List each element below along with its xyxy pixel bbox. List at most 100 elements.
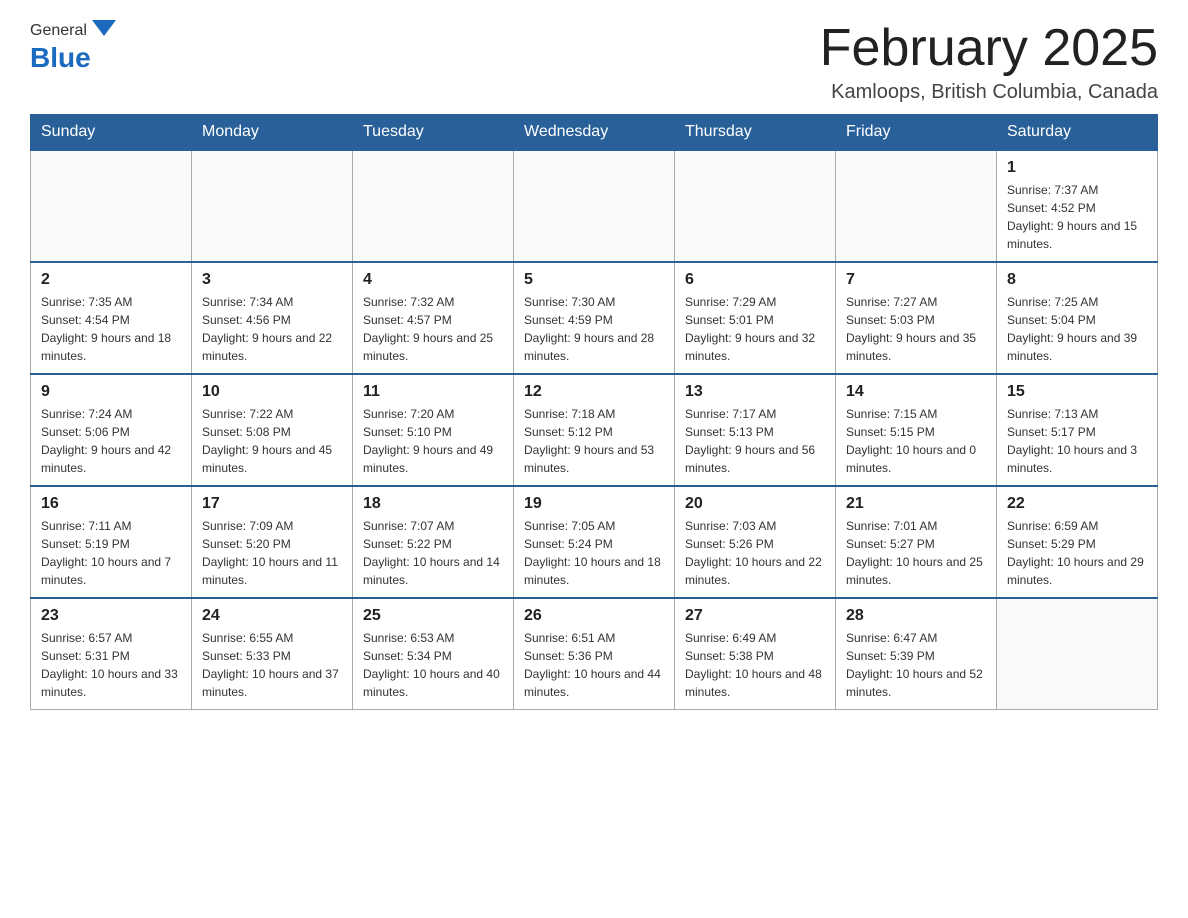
day-number: 14 [846, 383, 986, 401]
day-number: 27 [685, 607, 825, 625]
day-number: 8 [1007, 271, 1147, 289]
day-info: Sunrise: 7:15 AM Sunset: 5:15 PM Dayligh… [846, 405, 986, 477]
day-info: Sunrise: 7:18 AM Sunset: 5:12 PM Dayligh… [524, 405, 664, 477]
location-title: Kamloops, British Columbia, Canada [820, 81, 1158, 104]
calendar-day-cell: 20 Sunrise: 7:03 AM Sunset: 5:26 PM Dayli… [675, 486, 836, 598]
calendar-day-cell: 2Sunrise: 7:35 AM Sunset: 4:54 PM Daylig… [31, 262, 192, 374]
day-number: 7 [846, 271, 986, 289]
calendar-day-cell: 19 Sunrise: 7:05 AM Sunset: 5:24 PM Dayli… [514, 486, 675, 598]
day-info: Sunrise: 7:24 AM Sunset: 5:06 PM Dayligh… [41, 405, 181, 477]
calendar-day-header: Friday [836, 115, 997, 151]
day-number: 21 [846, 495, 986, 513]
calendar-day-cell: 16 Sunrise: 7:11 AM Sunset: 5:19 PM Dayli… [31, 486, 192, 598]
calendar-day-header: Monday [192, 115, 353, 151]
day-info: Sunrise: 6:59 AM Sunset: 5:29 PM Dayligh… [1007, 517, 1147, 589]
day-number: 18 [363, 495, 503, 513]
day-number: 11 [363, 383, 503, 401]
calendar-day-cell: 26 Sunrise: 6:51 AM Sunset: 5:36 PM Dayli… [514, 598, 675, 710]
calendar-day-cell [353, 150, 514, 262]
day-info: Sunrise: 7:03 AM Sunset: 5:26 PM Dayligh… [685, 517, 825, 589]
calendar-day-cell: 14 Sunrise: 7:15 AM Sunset: 5:15 PM Dayli… [836, 374, 997, 486]
calendar-header-row: SundayMondayTuesdayWednesdayThursdayFrid… [31, 115, 1158, 151]
day-number: 9 [41, 383, 181, 401]
page-header: General Blue February 2025 Kamloops, Bri… [30, 20, 1158, 104]
calendar-day-cell [192, 150, 353, 262]
calendar-day-cell: 7 Sunrise: 7:27 AM Sunset: 5:03 PM Daylig… [836, 262, 997, 374]
day-number: 6 [685, 271, 825, 289]
day-info: Sunrise: 6:57 AM Sunset: 5:31 PM Dayligh… [41, 629, 181, 701]
day-info: Sunrise: 7:34 AM Sunset: 4:56 PM Dayligh… [202, 293, 342, 365]
calendar-day-header: Wednesday [514, 115, 675, 151]
calendar-day-cell: 25Sunrise: 6:53 AM Sunset: 5:34 PM Dayli… [353, 598, 514, 710]
day-info: Sunrise: 7:20 AM Sunset: 5:10 PM Dayligh… [363, 405, 503, 477]
day-info: Sunrise: 7:11 AM Sunset: 5:19 PM Dayligh… [41, 517, 181, 589]
calendar-day-cell: 18 Sunrise: 7:07 AM Sunset: 5:22 PM Dayli… [353, 486, 514, 598]
calendar-day-cell: 17Sunrise: 7:09 AM Sunset: 5:20 PM Dayli… [192, 486, 353, 598]
month-title: February 2025 [820, 20, 1158, 77]
day-number: 17 [202, 495, 342, 513]
calendar-day-cell: 28Sunrise: 6:47 AM Sunset: 5:39 PM Dayli… [836, 598, 997, 710]
day-number: 12 [524, 383, 664, 401]
calendar-week-row: 2Sunrise: 7:35 AM Sunset: 4:54 PM Daylig… [31, 262, 1158, 374]
calendar-day-cell: 12 Sunrise: 7:18 AM Sunset: 5:12 PM Dayli… [514, 374, 675, 486]
day-info: Sunrise: 7:22 AM Sunset: 5:08 PM Dayligh… [202, 405, 342, 477]
day-number: 2 [41, 271, 181, 289]
calendar-day-cell: 24Sunrise: 6:55 AM Sunset: 5:33 PM Dayli… [192, 598, 353, 710]
day-info: Sunrise: 6:51 AM Sunset: 5:36 PM Dayligh… [524, 629, 664, 701]
calendar-day-cell: 9 Sunrise: 7:24 AM Sunset: 5:06 PM Daylig… [31, 374, 192, 486]
day-info: Sunrise: 7:29 AM Sunset: 5:01 PM Dayligh… [685, 293, 825, 365]
calendar-day-header: Saturday [997, 115, 1158, 151]
calendar-table: SundayMondayTuesdayWednesdayThursdayFrid… [30, 114, 1158, 710]
calendar-day-cell: 21Sunrise: 7:01 AM Sunset: 5:27 PM Dayli… [836, 486, 997, 598]
calendar-day-cell: 5 Sunrise: 7:30 AM Sunset: 4:59 PM Daylig… [514, 262, 675, 374]
day-number: 22 [1007, 495, 1147, 513]
day-number: 24 [202, 607, 342, 625]
calendar-week-row: 9 Sunrise: 7:24 AM Sunset: 5:06 PM Daylig… [31, 374, 1158, 486]
calendar-day-header: Sunday [31, 115, 192, 151]
calendar-day-cell: 22 Sunrise: 6:59 AM Sunset: 5:29 PM Dayli… [997, 486, 1158, 598]
logo-general-text: General [30, 22, 87, 40]
day-info: Sunrise: 7:30 AM Sunset: 4:59 PM Dayligh… [524, 293, 664, 365]
day-info: Sunrise: 7:13 AM Sunset: 5:17 PM Dayligh… [1007, 405, 1147, 477]
day-info: Sunrise: 7:17 AM Sunset: 5:13 PM Dayligh… [685, 405, 825, 477]
day-info: Sunrise: 7:27 AM Sunset: 5:03 PM Dayligh… [846, 293, 986, 365]
calendar-day-cell: 10 Sunrise: 7:22 AM Sunset: 5:08 PM Dayli… [192, 374, 353, 486]
calendar-week-row: 16 Sunrise: 7:11 AM Sunset: 5:19 PM Dayli… [31, 486, 1158, 598]
logo: General Blue [30, 20, 116, 74]
calendar-week-row: 1 Sunrise: 7:37 AM Sunset: 4:52 PM Daylig… [31, 150, 1158, 262]
day-number: 13 [685, 383, 825, 401]
day-number: 19 [524, 495, 664, 513]
logo-arrow-icon [92, 20, 116, 36]
day-number: 3 [202, 271, 342, 289]
calendar-day-cell [31, 150, 192, 262]
day-info: Sunrise: 7:32 AM Sunset: 4:57 PM Dayligh… [363, 293, 503, 365]
title-section: February 2025 Kamloops, British Columbia… [820, 20, 1158, 104]
day-info: Sunrise: 7:37 AM Sunset: 4:52 PM Dayligh… [1007, 181, 1147, 253]
calendar-day-cell: 13 Sunrise: 7:17 AM Sunset: 5:13 PM Dayli… [675, 374, 836, 486]
calendar-day-header: Tuesday [353, 115, 514, 151]
day-number: 1 [1007, 159, 1147, 177]
calendar-day-cell: 1 Sunrise: 7:37 AM Sunset: 4:52 PM Daylig… [997, 150, 1158, 262]
day-number: 5 [524, 271, 664, 289]
calendar-day-cell: 15 Sunrise: 7:13 AM Sunset: 5:17 PM Dayli… [997, 374, 1158, 486]
day-number: 26 [524, 607, 664, 625]
day-info: Sunrise: 7:05 AM Sunset: 5:24 PM Dayligh… [524, 517, 664, 589]
calendar-day-header: Thursday [675, 115, 836, 151]
calendar-day-cell [997, 598, 1158, 710]
day-info: Sunrise: 6:47 AM Sunset: 5:39 PM Dayligh… [846, 629, 986, 701]
day-number: 16 [41, 495, 181, 513]
calendar-day-cell: 4 Sunrise: 7:32 AM Sunset: 4:57 PM Daylig… [353, 262, 514, 374]
calendar-day-cell [675, 150, 836, 262]
calendar-day-cell [514, 150, 675, 262]
day-number: 20 [685, 495, 825, 513]
day-info: Sunrise: 6:49 AM Sunset: 5:38 PM Dayligh… [685, 629, 825, 701]
day-info: Sunrise: 7:07 AM Sunset: 5:22 PM Dayligh… [363, 517, 503, 589]
calendar-day-cell: 8Sunrise: 7:25 AM Sunset: 5:04 PM Daylig… [997, 262, 1158, 374]
calendar-day-cell [836, 150, 997, 262]
calendar-day-cell: 23Sunrise: 6:57 AM Sunset: 5:31 PM Dayli… [31, 598, 192, 710]
day-number: 4 [363, 271, 503, 289]
day-number: 10 [202, 383, 342, 401]
calendar-day-cell: 27 Sunrise: 6:49 AM Sunset: 5:38 PM Dayli… [675, 598, 836, 710]
day-number: 15 [1007, 383, 1147, 401]
logo-blue-text: Blue [30, 42, 116, 74]
